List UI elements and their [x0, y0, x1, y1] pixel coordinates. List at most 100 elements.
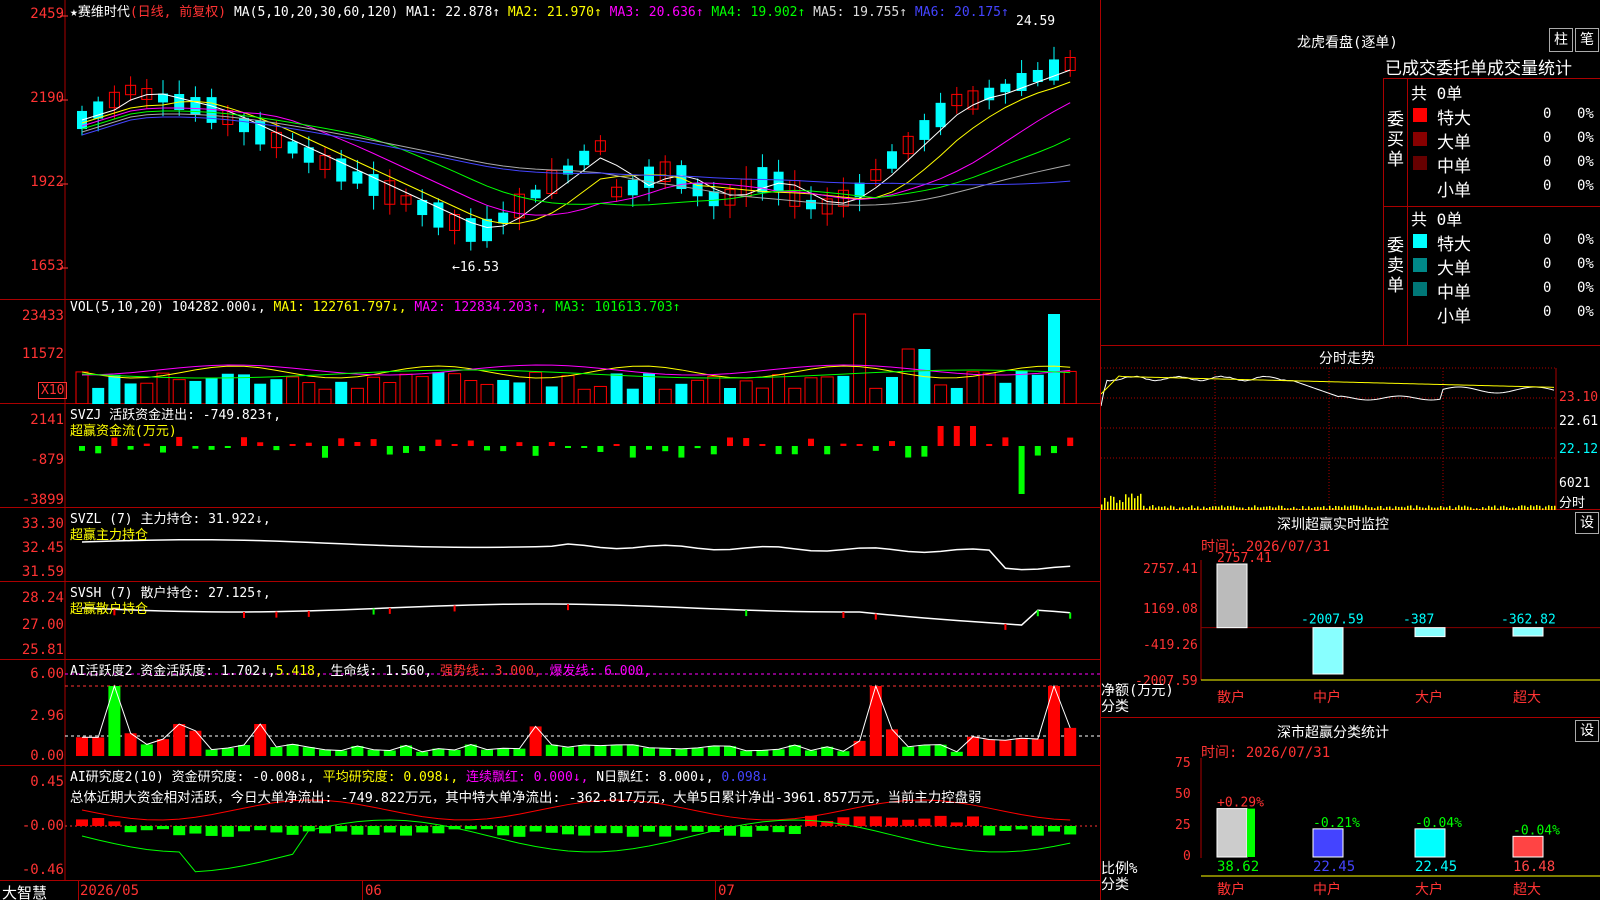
research-bar: [140, 826, 153, 831]
kline-panel[interactable]: ★赛维时代(日线, 前复权) MA(5,10,20,30,60,120) MA1…: [0, 0, 1100, 300]
classification-change-bar: [1247, 808, 1255, 857]
svzl-panel[interactable]: SVZL (7) 主力持仓: 31.922↓, 超赢主力持仓 33.30 32.…: [0, 508, 1100, 582]
flow-bar: [953, 426, 960, 446]
svzj-panel[interactable]: SVZJ 活跃资金进出: -749.823↑, 超赢资金流(万元) 2141 -…: [0, 404, 1100, 508]
volume-chart[interactable]: [0, 300, 1100, 404]
holding-tick: [307, 610, 310, 617]
flow-bar: [856, 444, 863, 446]
volume-bar: [593, 385, 607, 404]
activity-bar: [983, 739, 996, 756]
volume-bar: [270, 379, 283, 404]
ai-research-panel[interactable]: AI研究度2(10) 资金研究度: -0.008↓, 平均研究度: 0.098↓…: [0, 766, 1100, 880]
research-bar: [983, 826, 996, 836]
activity-bar: [383, 750, 396, 756]
holding-tick: [1036, 610, 1039, 617]
tick-mode-button[interactable]: 笔: [1575, 28, 1599, 52]
ma-value-2: MA2: 21.970↑: [500, 5, 602, 20]
candle-body: [482, 218, 492, 242]
volume-bar: [513, 382, 526, 404]
y-tick: 2459: [30, 6, 64, 22]
flow-bar: [370, 439, 377, 446]
candle-body: [579, 150, 590, 166]
research-bar: [918, 818, 931, 826]
flow-bar: [143, 443, 150, 446]
candle-body: [627, 179, 638, 196]
flow-bar: [548, 442, 555, 446]
activity-bar: [999, 740, 1012, 756]
svzl-subtitle: 超赢主力持仓: [70, 528, 149, 543]
order-percent: 0%: [1577, 130, 1594, 146]
activity-bar: [562, 747, 574, 756]
y-tick: -3899: [21, 492, 64, 508]
candle-body: [287, 141, 298, 154]
flow-bar: [289, 444, 296, 446]
order-count: 0: [1543, 106, 1552, 122]
intraday-chart[interactable]: [1101, 346, 1600, 510]
volume-bar: [1031, 374, 1044, 404]
volume-bar: [75, 371, 89, 404]
flow-bar: [305, 442, 312, 446]
y-tick: 25: [1175, 818, 1191, 833]
flow-bar: [710, 446, 717, 455]
y-tick: 75: [1175, 756, 1191, 771]
order-count: 0: [1543, 280, 1552, 296]
research-bar: [594, 826, 607, 834]
holding-tick: [745, 610, 748, 617]
volume-bar: [335, 381, 348, 404]
intraday-panel[interactable]: 分时走势 23.10 22.61 22.12 6021 分时: [1100, 346, 1600, 511]
order-row: 中单 0 0%: [1411, 278, 1600, 303]
y-tick: -0.00: [21, 818, 64, 834]
activity-bar: [173, 724, 186, 756]
order-count: 0: [1543, 130, 1552, 146]
flow-bar: [1051, 446, 1057, 454]
monitor-category: 中户: [1313, 689, 1341, 706]
order-type: 特大: [1437, 109, 1471, 129]
holding-tick: [453, 605, 456, 612]
flow-bar: [403, 446, 409, 453]
kline-chart[interactable]: [0, 0, 1100, 300]
activity-bar: [610, 744, 623, 756]
volume-bar: [626, 388, 639, 404]
lhb-panel: 龙虎看盘(逐单) 柱 笔 已成交委托单成交量统计 委买单 委卖单 共 0单 共 …: [1100, 0, 1600, 346]
bar-mode-button[interactable]: 柱: [1549, 28, 1573, 52]
candle-body: [644, 166, 654, 188]
flow-bar: [581, 446, 588, 448]
volume-bar: [901, 348, 915, 404]
vol-header: VOL(5,10,20) 104282.000↓, MA1: 122761.79…: [70, 300, 681, 315]
classification-panel[interactable]: 深市超赢分类统计 设 时间: 2026/07/31 +0.29% 38.62 散户 -…: [1100, 718, 1600, 900]
flow-bar: [176, 436, 183, 446]
volume-panel[interactable]: VOL(5,10,20) 104282.000↓, MA1: 122761.79…: [0, 300, 1100, 404]
flow-bar: [646, 446, 652, 450]
flow-bar: [127, 446, 134, 450]
volume-bar: [399, 373, 413, 404]
candle-body: [530, 189, 541, 199]
price-line: [1101, 375, 1555, 407]
flow-bar: [759, 444, 766, 446]
classification-chart[interactable]: +0.29% 38.62 散户 -0.21% 22.45 中户 -0.04% 22.45 大户 -…: [1101, 718, 1600, 900]
ai-activity-panel[interactable]: AI活跃度2 资金活跃度: 1.702↓,5.418, 生命线: 1.560, …: [0, 660, 1100, 766]
lhb-tabs[interactable]: 已成交委托单成交量统计: [1385, 54, 1572, 79]
order-percent: 0%: [1577, 154, 1594, 170]
svzj-subtitle: 超赢资金流(万元): [70, 424, 177, 439]
intraday-volume-bar: [1110, 495, 1112, 510]
research-bar: [367, 826, 380, 835]
y-tick: 2141: [30, 412, 64, 428]
research-bar: [950, 822, 963, 826]
classification-category: 中户: [1313, 881, 1341, 898]
activity-bar: [1064, 727, 1077, 756]
classification-change-label: -0.04%: [1415, 816, 1462, 831]
activity-bar: [205, 749, 218, 756]
research-bar: [432, 826, 445, 834]
ma-value-6: MA6: 20.175↑: [907, 5, 1009, 20]
flow-bar: [613, 444, 620, 446]
realtime-monitor-panel[interactable]: 深圳超赢实时监控 设 时间: 2026/07/31 2757.41 散户 -2007…: [1100, 510, 1600, 718]
flow-bar: [419, 446, 426, 452]
activity-bar: [1015, 738, 1028, 756]
volume-bar: [886, 376, 898, 404]
holding-tick: [1069, 612, 1072, 619]
research-bar: [643, 826, 655, 832]
order-row: 大单 0 0%: [1411, 128, 1600, 153]
activity-bar: [108, 686, 121, 756]
svsh-panel[interactable]: SVSH (7) 散户持仓: 27.125↑, 超赢散户持仓 28.24 27.…: [0, 582, 1100, 660]
classification-category: 超大: [1513, 882, 1541, 898]
